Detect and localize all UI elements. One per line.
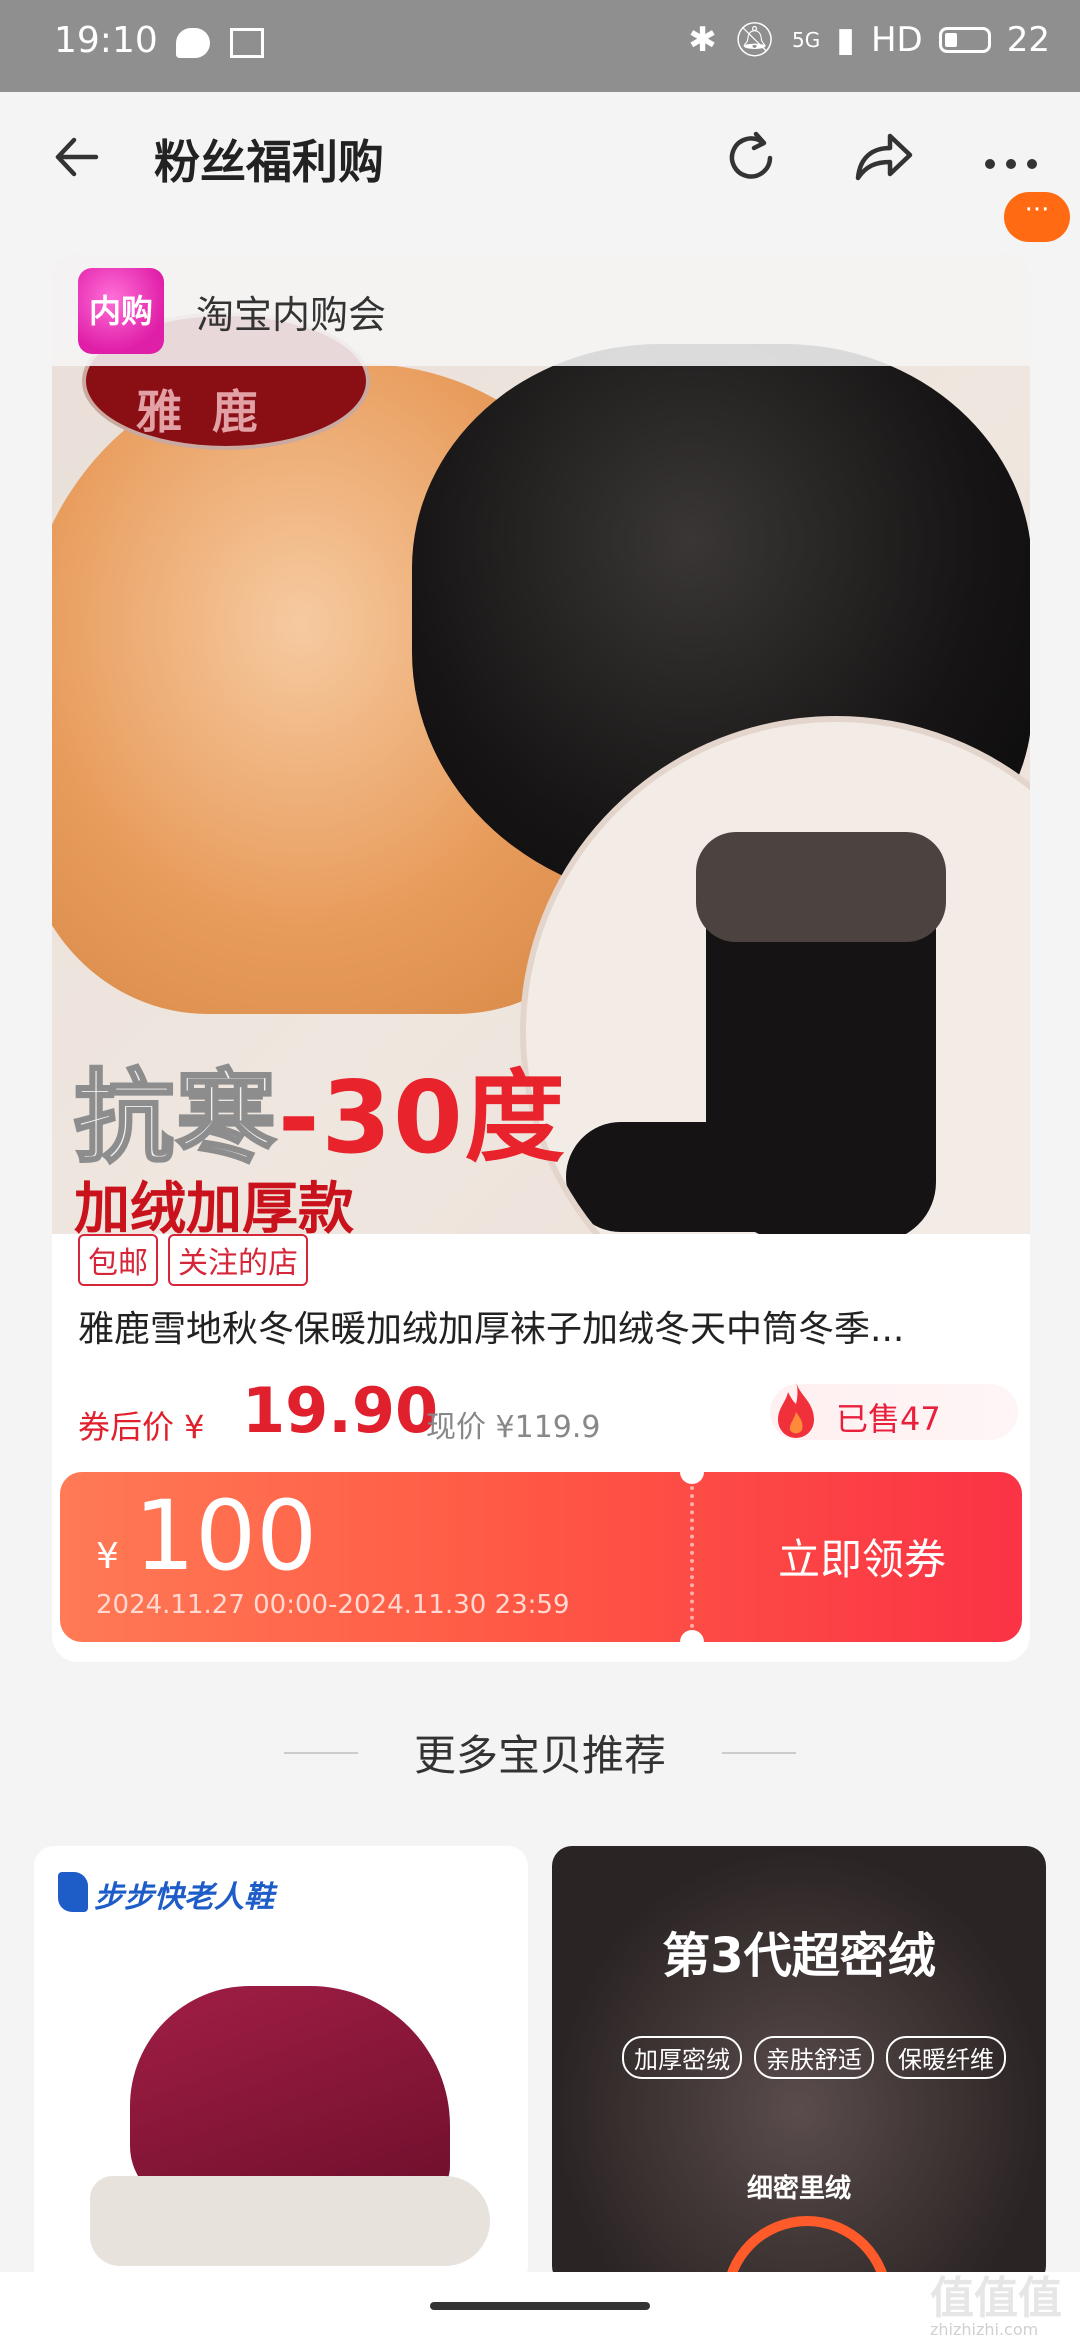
- more-icon[interactable]: [976, 122, 1046, 192]
- coupon-notch-top: [680, 1472, 704, 1484]
- shop-name: 淘宝内购会: [196, 293, 387, 337]
- recommendation-tag: 保暖纤维: [886, 2036, 1006, 2079]
- foot-toe-shape: [566, 1122, 846, 1232]
- status-indicators: ✱ 🔕︎ 5G ▮ HD 22: [688, 20, 1050, 60]
- shoe-sole-image: [90, 2176, 490, 2266]
- status-bar: 19:10 ✱ 🔕︎ 5G ▮ HD 22: [0, 0, 1080, 92]
- top-navigation-bar: 粉丝福利购 ···: [0, 92, 1080, 242]
- signal-label: 5G: [792, 28, 821, 52]
- signal-icon: ▮: [836, 20, 855, 60]
- fire-icon: [778, 1382, 814, 1438]
- shop-badge: 内购: [78, 268, 164, 354]
- promo-subheadline: 加绒加厚款: [74, 1177, 354, 1234]
- battery-icon: [938, 27, 991, 53]
- watermark-text: 值值值: [930, 2273, 1062, 2324]
- promo-headline: 抗寒-30度: [73, 1036, 567, 1181]
- home-gesture-bar[interactable]: [430, 2302, 650, 2310]
- status-time: 19:10: [54, 20, 158, 61]
- recommendation-card-fleece[interactable]: 第3代超密绒 加厚密绒 亲肤舒适 保暖纤维 细密里绒: [552, 1846, 1046, 2286]
- tag-free-shipping: 包邮: [78, 1234, 158, 1286]
- product-title[interactable]: 雅鹿雪地秋冬保暖加绒加厚袜子加绒冬天中筒冬季...: [78, 1300, 1008, 1352]
- more-badge[interactable]: ···: [1004, 192, 1070, 242]
- original-price: 现价 ¥119.9: [426, 1410, 601, 1445]
- heading-divider-right: [722, 1752, 796, 1754]
- shop-header[interactable]: 内购 淘宝内购会: [52, 254, 1030, 366]
- recommendation-tag: 亲肤舒适: [754, 2036, 874, 2079]
- price-label: 券后价 ¥: [78, 1408, 205, 1446]
- price-row: 券后价 ¥ 19.90 现价 ¥119.9 已售47: [78, 1374, 1018, 1454]
- bluetooth-icon: ✱: [688, 20, 717, 60]
- shoe-image: [130, 1986, 450, 2206]
- product-tags: 包邮 关注的店: [78, 1234, 308, 1286]
- coupon-validity: 2024.11.27 00:00-2024.11.30 23:59: [96, 1590, 570, 1620]
- system-navigation-bar: [0, 2272, 1080, 2340]
- hd-label: HD: [870, 20, 923, 60]
- watermark: 值值值 zhizhizhi.com: [930, 2262, 1062, 2339]
- sold-count: 已售47: [836, 1400, 941, 1438]
- recommendation-tags: 加厚密绒 亲肤舒适 保暖纤维: [622, 2036, 1006, 2079]
- coupon-currency: ¥: [96, 1536, 119, 1577]
- sold-badge: 已售47: [770, 1382, 1018, 1440]
- coupon-amount: 100: [134, 1480, 318, 1592]
- coupon-banner[interactable]: ¥ 100 2024.11.27 00:00-2024.11.30 23:59 …: [60, 1472, 1022, 1642]
- brand-logo-icon: [58, 1872, 88, 1912]
- refresh-icon[interactable]: [716, 122, 786, 192]
- recommendation-brand: 步步快老人鞋: [94, 1880, 274, 1915]
- coupon-divider: [690, 1486, 694, 1628]
- recommendation-card-shoes[interactable]: 步步快老人鞋: [34, 1846, 528, 2286]
- recommendation-subtitle: 细密里绒: [746, 2174, 851, 2204]
- back-arrow-icon[interactable]: [44, 122, 114, 192]
- coupon-price: 19.90: [242, 1374, 439, 1447]
- share-icon[interactable]: [846, 122, 920, 192]
- battery-level: 22: [1006, 20, 1050, 60]
- app-notification-icon: [230, 28, 264, 58]
- promo-text-gray: 抗寒: [73, 1058, 278, 1178]
- more-recommendations-heading: 更多宝贝推荐: [413, 1731, 666, 1780]
- recommendation-headline: 第3代超密绒: [662, 1928, 936, 1984]
- product-image[interactable]: 雅鹿 内购 淘宝内购会 抗寒-30度 加绒加厚款: [52, 254, 1030, 1234]
- promo-text-red: -30度: [278, 1059, 567, 1176]
- message-notification-icon: [176, 28, 210, 58]
- recommendation-tag: 加厚密绒: [622, 2036, 742, 2079]
- product-card[interactable]: 雅鹿 内购 淘宝内购会 抗寒-30度 加绒加厚款 包邮 关注的店 雅鹿雪地秋冬保…: [52, 254, 1030, 1662]
- page-title: 粉丝福利购: [154, 135, 384, 189]
- claim-coupon-button[interactable]: 立即领券: [778, 1526, 946, 1587]
- brand-logo-text: 雅鹿: [136, 385, 288, 439]
- mute-icon: 🔕︎: [732, 20, 777, 60]
- tag-followed-store: 关注的店: [168, 1234, 308, 1286]
- coupon-notch-bottom: [680, 1630, 704, 1642]
